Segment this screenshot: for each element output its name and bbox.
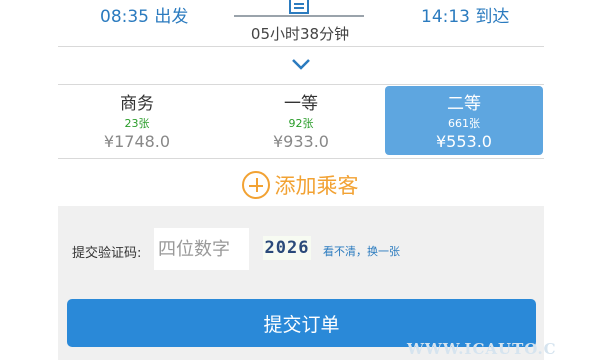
- schedule-icon: [289, 0, 309, 14]
- seat-business[interactable]: 商务 23张 ¥1748.0: [58, 86, 216, 155]
- order-screen: 08:35 出发 14:13 到达 05小时38分钟 商务 23张 ¥1748.…: [0, 0, 600, 360]
- seat-name: 二等: [447, 94, 481, 114]
- route-line: [234, 15, 364, 17]
- seat-first-class[interactable]: 一等 92张 ¥933.0: [222, 86, 380, 155]
- seat-name: 商务: [120, 94, 154, 114]
- divider: [58, 46, 544, 47]
- add-passenger-button[interactable]: 添加乘客: [241, 170, 359, 200]
- seat-price: ¥1748.0: [103, 132, 171, 151]
- watermark: WWW.ICAUTO.C: [407, 340, 557, 358]
- ticket-count: 92张: [288, 117, 314, 130]
- seat-price: ¥553.0: [436, 132, 492, 151]
- ticket-count: 661张: [448, 117, 480, 130]
- seat-name: 一等: [284, 94, 318, 114]
- verification-label: 提交验证码:: [72, 246, 142, 261]
- seat-second-class[interactable]: 二等 661张 ¥553.0: [385, 86, 543, 155]
- trip-duration: 05小时38分钟: [250, 25, 350, 43]
- captcha-image[interactable]: 2026: [263, 236, 311, 260]
- verification-code-input[interactable]: [154, 228, 249, 270]
- chevron-down-icon[interactable]: [291, 54, 311, 74]
- ticket-count: 23张: [124, 117, 150, 130]
- verification-section: 提交验证码: 2026 看不清，换一张 提交订单: [58, 206, 544, 360]
- plus-circle-icon: [241, 171, 270, 199]
- add-passenger-label: 添加乘客: [274, 174, 359, 198]
- add-passenger-row: 添加乘客: [0, 170, 600, 203]
- refresh-captcha-link[interactable]: 看不清，换一张: [323, 243, 400, 259]
- divider: [58, 84, 544, 85]
- train-route-icon: [234, 0, 364, 18]
- seat-price: ¥933.0: [273, 132, 329, 151]
- divider: [58, 158, 544, 159]
